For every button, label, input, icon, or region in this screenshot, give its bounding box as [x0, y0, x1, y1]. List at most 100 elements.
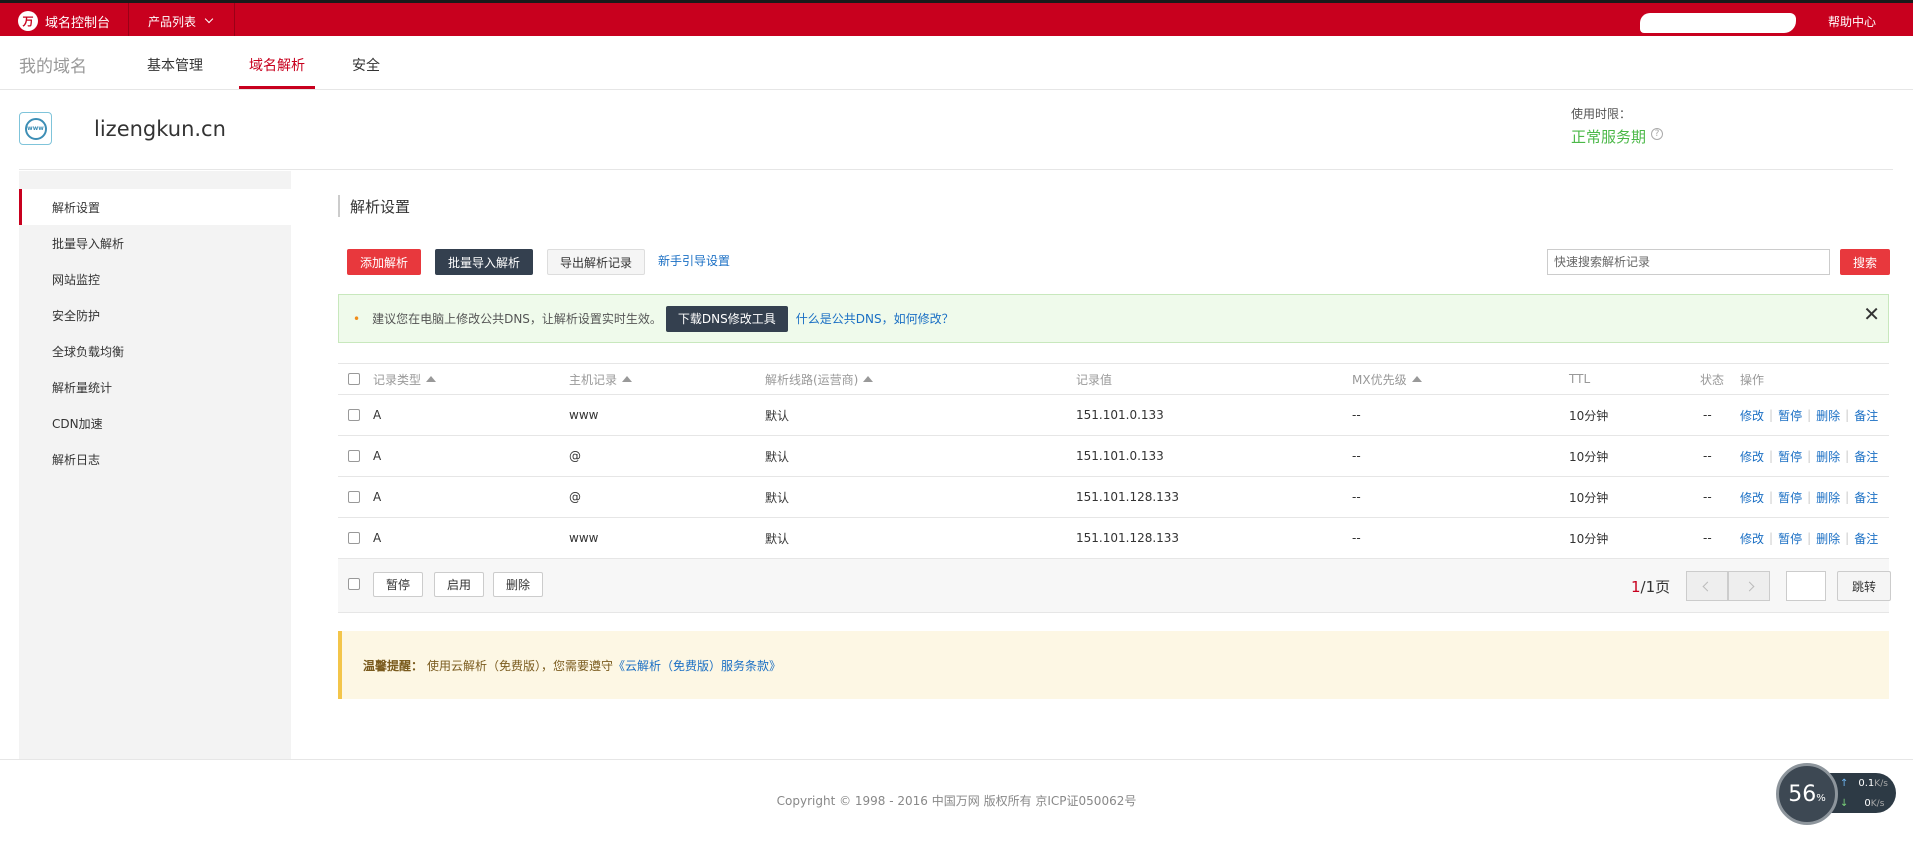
mx-priority: -- — [1352, 449, 1361, 463]
download-speed: ↓ 0 K/s — [1840, 798, 1885, 809]
close-icon[interactable]: ✕ — [1863, 302, 1880, 326]
sidebar-item-security-protection[interactable]: 安全防护 — [19, 297, 291, 333]
sidebar-item-batch-import[interactable]: 批量导入解析 — [19, 225, 291, 261]
chevron-down-icon — [204, 14, 214, 24]
resolution-line: 默认 — [765, 531, 790, 546]
www-globe-icon: www — [19, 112, 52, 145]
edit-link[interactable]: 修改 — [1740, 407, 1764, 424]
add-record-button[interactable]: 添加解析 — [347, 249, 421, 275]
public-dns-help-link[interactable]: 什么是公共DNS，如何修改？ — [796, 310, 954, 327]
search-records-input[interactable] — [1547, 249, 1830, 275]
sidebar-item-dns-log[interactable]: 解析日志 — [19, 441, 291, 477]
row-checkbox[interactable] — [348, 491, 360, 503]
row-actions: 修改 | 暂停 | 删除 | 备注 — [1740, 530, 1879, 547]
mx-priority: -- — [1352, 490, 1361, 504]
note-link[interactable]: 备注 — [1854, 448, 1878, 465]
sort-asc-icon — [863, 376, 874, 382]
select-all-checkbox[interactable] — [348, 373, 360, 385]
col-record-type[interactable]: 记录类型 — [373, 364, 437, 394]
topbar-divider — [128, 3, 129, 36]
usage-tip: 温馨提醒： 使用云解析（免费版），您需要遵守 《云解析（免费版）服务条款》 — [338, 631, 1889, 699]
jump-button[interactable]: 跳转 — [1837, 571, 1891, 601]
sort-asc-icon — [426, 376, 437, 382]
row-actions: 修改 | 暂停 | 删除 | 备注 — [1740, 448, 1879, 465]
page-number-input[interactable] — [1786, 571, 1826, 601]
page-footer: Copyright © 1998 - 2016 中国万网 版权所有 京ICP证0… — [0, 759, 1913, 857]
edit-link[interactable]: 修改 — [1740, 489, 1764, 506]
batch-pause-button[interactable]: 暂停 — [373, 572, 423, 597]
table-row: A www 默认 151.101.128.133 -- 10分钟 -- 修改 | … — [338, 518, 1889, 559]
col-host-record[interactable]: 主机记录 — [569, 364, 633, 394]
domain-header: www lizengkun.cn 使用时限： 正常服务期 ? — [19, 91, 1893, 170]
delete-link[interactable]: 删除 — [1816, 448, 1840, 465]
resolution-line: 默认 — [765, 408, 790, 423]
resolution-line: 默认 — [765, 449, 790, 464]
batch-enable-button[interactable]: 启用 — [434, 572, 484, 597]
pause-link[interactable]: 暂停 — [1778, 530, 1802, 547]
upload-speed: ↑ 0.1 K/s — [1840, 778, 1888, 789]
notice-text: 建议您在电脑上修改公共DNS，让解析设置实时生效。 — [372, 312, 662, 326]
record-status: -- — [1703, 490, 1712, 504]
row-checkbox[interactable] — [348, 532, 360, 544]
my-domains-title[interactable]: 我的域名 — [19, 52, 87, 77]
beginner-guide-link[interactable]: 新手引导设置 — [658, 252, 730, 269]
host-record: @ — [569, 449, 581, 463]
help-center-link[interactable]: 帮助中心 — [1828, 10, 1876, 32]
ttl: 10分钟 — [1569, 490, 1609, 505]
row-checkbox[interactable] — [348, 450, 360, 462]
top-bar: 万 域名控制台 产品列表 帮助中心 — [0, 0, 1913, 36]
sort-asc-icon — [622, 376, 633, 382]
note-link[interactable]: 备注 — [1854, 530, 1878, 547]
memory-usage-percent: 56 — [1788, 781, 1817, 807]
pause-link[interactable]: 暂停 — [1778, 448, 1802, 465]
next-page-button[interactable] — [1728, 571, 1770, 601]
tab-basic-management[interactable]: 基本管理 — [147, 55, 203, 75]
pause-link[interactable]: 暂停 — [1778, 489, 1802, 506]
edit-link[interactable]: 修改 — [1740, 530, 1764, 547]
row-checkbox[interactable] — [348, 409, 360, 421]
sort-asc-icon — [1411, 376, 1422, 382]
note-link[interactable]: 备注 — [1854, 407, 1878, 424]
product-list-menu[interactable]: 产品列表 — [148, 10, 214, 32]
pause-link[interactable]: 暂停 — [1778, 407, 1802, 424]
col-mx-priority[interactable]: MX优先级 — [1352, 364, 1422, 394]
footer-select-all-checkbox[interactable] — [348, 578, 360, 590]
delete-link[interactable]: 删除 — [1816, 530, 1840, 547]
network-speed-widget[interactable]: ↑ 0.1 K/s ↓ 0 K/s 56% — [1776, 763, 1898, 825]
record-status: -- — [1703, 408, 1712, 422]
batch-delete-button[interactable]: 删除 — [493, 572, 543, 597]
search-button[interactable]: 搜索 — [1840, 249, 1890, 275]
page-indicator: 1/1页 — [1631, 576, 1670, 597]
console-brand[interactable]: 万 域名控制台 — [18, 10, 110, 32]
edit-link[interactable]: 修改 — [1740, 448, 1764, 465]
host-record: www — [569, 408, 599, 422]
sidebar-item-global-load-balancing[interactable]: 全球负载均衡 — [19, 333, 291, 369]
tab-security[interactable]: 安全 — [352, 55, 380, 75]
download-dns-tool-button[interactable]: 下载DNS修改工具 — [665, 305, 788, 332]
record-type: A — [373, 490, 382, 504]
mx-priority: -- — [1352, 531, 1361, 545]
col-status: 状态 — [1700, 372, 1725, 387]
tab-dns-resolution[interactable]: 域名解析 — [249, 55, 305, 75]
prev-page-button[interactable] — [1686, 571, 1728, 601]
sidebar-item-dns-settings[interactable]: 解析设置 — [19, 189, 291, 225]
col-line[interactable]: 解析线路(运营商) — [765, 364, 874, 394]
ttl: 10分钟 — [1569, 449, 1609, 464]
arrow-down-icon: ↓ — [1840, 798, 1849, 809]
table-row: A @ 默认 151.101.0.133 -- 10分钟 -- 修改 | 暂停 | … — [338, 436, 1889, 477]
record-type: A — [373, 408, 382, 422]
terms-of-service-link[interactable]: 《云解析（免费版）服务条款》 — [613, 657, 781, 674]
delete-link[interactable]: 删除 — [1816, 407, 1840, 424]
batch-import-button[interactable]: 批量导入解析 — [435, 249, 533, 275]
sidebar-item-cdn[interactable]: CDN加速 — [19, 405, 291, 441]
memory-usage-gauge: 56% — [1776, 763, 1838, 825]
delete-link[interactable]: 删除 — [1816, 489, 1840, 506]
chevron-right-icon — [1744, 581, 1754, 591]
question-icon[interactable]: ? — [1651, 127, 1664, 140]
active-tab-indicator — [239, 86, 315, 89]
note-link[interactable]: 备注 — [1854, 489, 1878, 506]
export-records-button[interactable]: 导出解析记录 — [547, 249, 645, 275]
sidebar-item-query-stats[interactable]: 解析量统计 — [19, 369, 291, 405]
sidebar-item-site-monitor[interactable]: 网站监控 — [19, 261, 291, 297]
col-ttl: TTL — [1569, 372, 1591, 386]
